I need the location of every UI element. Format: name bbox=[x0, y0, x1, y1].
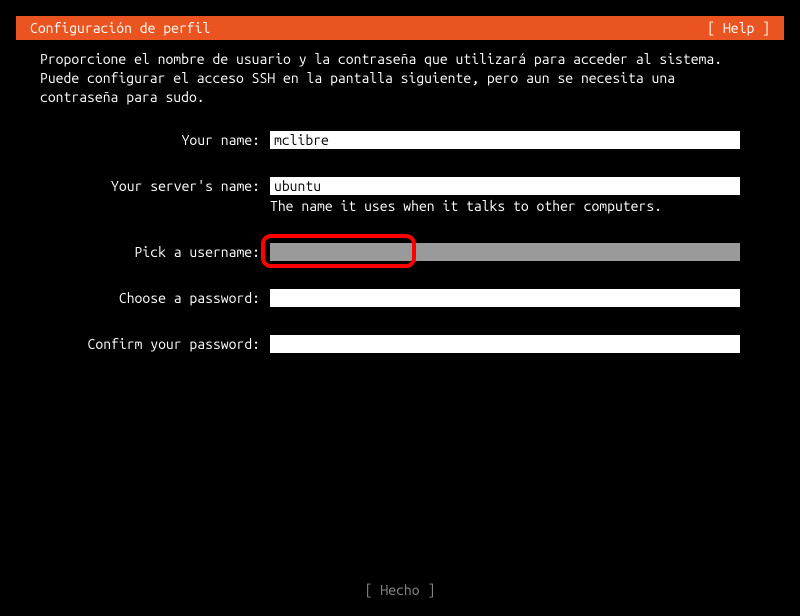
username-label: Pick a username: bbox=[40, 243, 270, 261]
name-input[interactable]: mclibre bbox=[270, 131, 740, 149]
server-hint: The name it uses when it talks to other … bbox=[270, 195, 760, 215]
form-group-server: Your server's name: ubuntu The name it u… bbox=[40, 177, 760, 215]
form-group-username: Pick a username: bbox=[40, 243, 760, 261]
server-label: Your server's name: bbox=[40, 177, 270, 195]
server-input[interactable]: ubuntu bbox=[270, 177, 740, 195]
intro-text: Proporcione el nombre de usuario y la co… bbox=[40, 50, 760, 107]
content-area: Proporcione el nombre de usuario y la co… bbox=[0, 40, 800, 353]
username-input[interactable] bbox=[270, 243, 740, 261]
page-title: Configuración de perfil bbox=[30, 16, 210, 40]
footer-bar: [ Hecho ] bbox=[0, 582, 800, 598]
password-label: Choose a password: bbox=[40, 289, 270, 307]
done-button[interactable]: [ Hecho ] bbox=[365, 582, 436, 598]
help-button[interactable]: [ Help ] bbox=[707, 16, 770, 40]
form-group-name: Your name: mclibre bbox=[40, 131, 760, 149]
header-bar: Configuración de perfil [ Help ] bbox=[16, 16, 784, 40]
confirm-label: Confirm your password: bbox=[40, 335, 270, 353]
confirm-input[interactable] bbox=[270, 335, 740, 353]
name-label: Your name: bbox=[40, 131, 270, 149]
form-group-confirm: Confirm your password: bbox=[40, 335, 760, 353]
password-input[interactable] bbox=[270, 289, 740, 307]
form-group-password: Choose a password: bbox=[40, 289, 760, 307]
